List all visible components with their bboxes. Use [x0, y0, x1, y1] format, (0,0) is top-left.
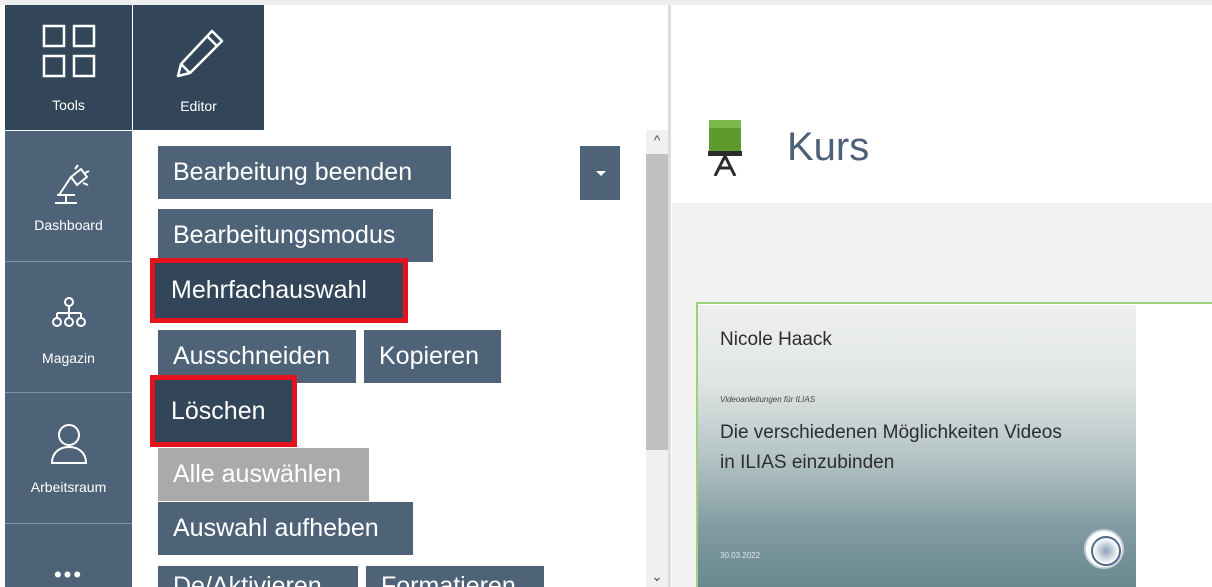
- arbeitsraum-label: Arbeitsraum: [30, 479, 107, 495]
- copy-button[interactable]: Kopieren: [364, 330, 501, 383]
- select-all-button[interactable]: Alle auswählen: [158, 448, 369, 501]
- panel-divider: [668, 5, 671, 587]
- dropdown-toggle-button[interactable]: [580, 146, 620, 200]
- dashboard-label: Dashboard: [34, 217, 103, 233]
- repository-tree-icon: [51, 297, 86, 327]
- format-label: Formatieren: [381, 572, 516, 587]
- format-button[interactable]: Formatieren: [366, 566, 544, 587]
- activate-label: De/Aktivieren: [173, 572, 322, 587]
- course-board-icon: [708, 120, 742, 176]
- tools-label: Tools: [52, 97, 85, 113]
- tools-button[interactable]: Tools: [5, 5, 132, 130]
- magazin-button[interactable]: Magazin: [5, 262, 132, 392]
- activate-button[interactable]: De/Aktivieren: [158, 566, 358, 587]
- edit-mode-button[interactable]: Bearbeitungsmodus: [158, 209, 433, 262]
- scrollbar-thumb[interactable]: [646, 154, 668, 450]
- arbeitsraum-button[interactable]: Arbeitsraum: [5, 393, 132, 523]
- more-button[interactable]: •••: [5, 524, 132, 587]
- editor-label: Editor: [180, 98, 217, 114]
- tools-grid-icon: [42, 24, 95, 78]
- user-icon: [50, 424, 87, 464]
- university-seal-logo: [1084, 529, 1124, 569]
- video-author: Nicole Haack: [720, 329, 832, 350]
- pencil-icon: [176, 29, 224, 78]
- slate-scrollbar[interactable]: ^ ⌄: [646, 130, 668, 587]
- magazin-label: Magazin: [42, 350, 95, 366]
- dashboard-button[interactable]: Dashboard: [5, 131, 132, 261]
- editor-tab[interactable]: Editor: [133, 5, 264, 130]
- more-dots-icon: •••: [53, 562, 84, 587]
- scroll-down-icon[interactable]: ⌄: [646, 568, 668, 587]
- deselect-button[interactable]: Auswahl aufheben: [158, 502, 413, 555]
- video-title: Die verschiedenen Möglichkeiten Videos i…: [720, 422, 1062, 473]
- video-date: 30.03.2022: [720, 551, 761, 560]
- video-thumbnail[interactable]: Nicole Haack Videoanleitungen für ILIAS …: [698, 305, 1136, 587]
- page-title: Kurs: [787, 125, 870, 169]
- caret-down-icon: [596, 171, 606, 176]
- end-editing-button[interactable]: Bearbeitung beenden: [158, 146, 451, 199]
- lamp-icon: [54, 164, 89, 204]
- cut-button[interactable]: Ausschneiden: [158, 330, 356, 383]
- delete-button[interactable]: Löschen: [150, 375, 297, 447]
- video-series: Videoanleitungen für ILIAS: [720, 395, 816, 404]
- scroll-up-icon[interactable]: ^: [646, 132, 668, 152]
- multi-select-button[interactable]: Mehrfachauswahl: [150, 258, 408, 323]
